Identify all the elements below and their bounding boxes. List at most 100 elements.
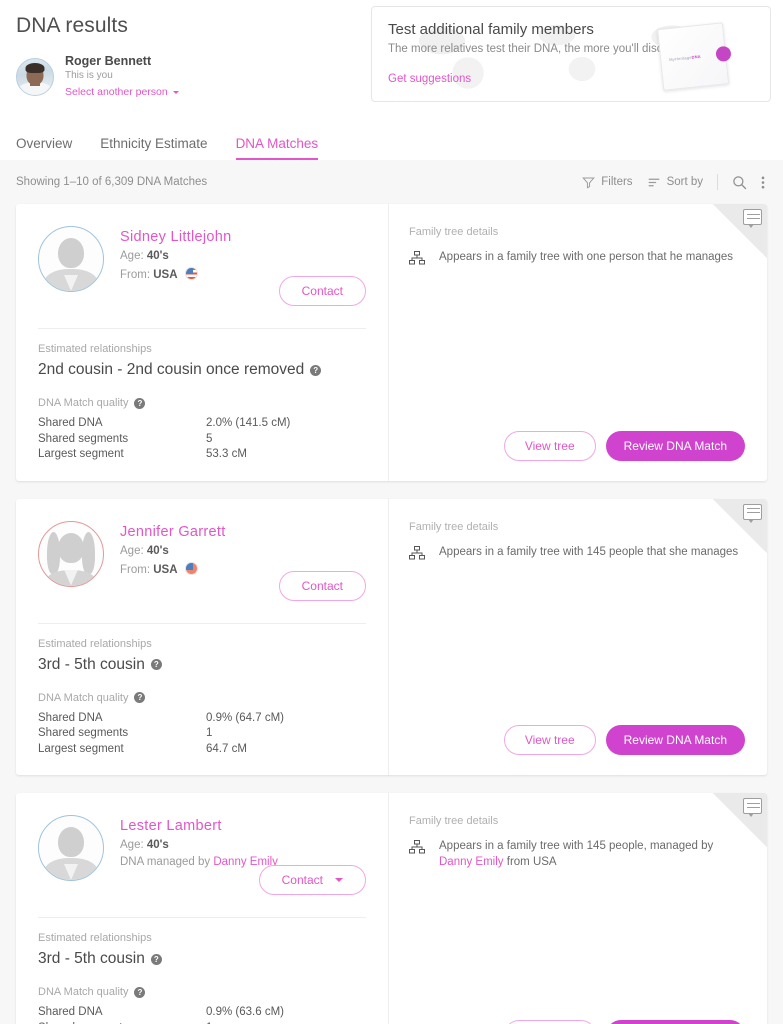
- person-header: Jennifer Garrett Age: 40's From: USA Con…: [38, 520, 366, 607]
- family-tree-details-label: Family tree details: [409, 815, 499, 827]
- match-avatar[interactable]: [38, 520, 104, 587]
- avatar-head: [58, 238, 84, 268]
- filters-button[interactable]: Filters: [582, 176, 633, 189]
- table-row: Shared DNA 0.9% (63.6 cM): [38, 1005, 366, 1021]
- match-avatar[interactable]: [38, 226, 104, 292]
- shared-segments-label: Shared segments: [38, 727, 129, 739]
- manager-link[interactable]: Danny Emily: [439, 856, 504, 868]
- review-dna-match-button[interactable]: Review DNA Match: [605, 430, 745, 461]
- match-age-value: 40's: [146, 839, 169, 851]
- dna-match-quality-header: DNA Match quality ?: [38, 397, 366, 409]
- notes-icon[interactable]: [743, 503, 762, 523]
- family-tree-panel: Family tree details Appears in a family …: [389, 204, 767, 481]
- results-count-label: Showing 1–10 of 6,309 DNA Matches: [16, 176, 208, 188]
- info-icon[interactable]: ?: [310, 364, 322, 376]
- tab-ethnicity-estimate[interactable]: Ethnicity Estimate: [100, 136, 207, 160]
- largest-segment-label: Largest segment: [38, 742, 124, 755]
- dna-match-quality-label: DNA Match quality: [38, 691, 129, 704]
- match-name-link[interactable]: Sidney Littlejohn: [120, 229, 232, 245]
- review-dna-match-button[interactable]: Review DNA Match: [605, 725, 745, 755]
- match-summary-panel: Jennifer Garrett Age: 40's From: USA Con…: [16, 498, 389, 775]
- match-name-link[interactable]: Lester Lambert: [120, 818, 278, 834]
- review-dna-match-button[interactable]: Review DNA Match: [605, 1019, 745, 1024]
- more-options-button[interactable]: [761, 175, 765, 190]
- family-tree-info-row: Appears in a family tree with 145 people…: [409, 838, 745, 870]
- dna-match-card[interactable]: Sidney Littlejohn Age: 40's From: USA Co…: [16, 204, 767, 481]
- chevron-down-icon: [335, 878, 343, 882]
- toolbar-divider: [717, 174, 718, 190]
- shared-dna-value: 2.0% (141.5 cM): [206, 417, 291, 429]
- sort-by-button[interactable]: Sort by: [647, 176, 703, 189]
- shared-dna-label: Shared DNA: [38, 417, 103, 429]
- filters-label: Filters: [601, 176, 633, 188]
- table-row: Shared segments 5: [38, 432, 366, 448]
- main-tabs: Overview Ethnicity Estimate DNA Matches: [0, 120, 783, 160]
- info-icon[interactable]: ?: [134, 692, 146, 703]
- person-header: Sidney Littlejohn Age: 40's From: USA Co…: [38, 226, 366, 312]
- person-info: Sidney Littlejohn Age: 40's From: USA: [120, 226, 232, 312]
- contact-button[interactable]: Contact: [258, 865, 366, 895]
- notes-icon[interactable]: [743, 798, 762, 817]
- contact-action: Contact: [258, 865, 366, 895]
- view-tree-button[interactable]: View tree: [503, 1019, 596, 1024]
- shared-dna-value: 0.9% (64.7 cM): [206, 711, 284, 724]
- shared-dna-label: Shared DNA: [38, 1006, 103, 1018]
- filter-icon: [582, 177, 596, 189]
- estimated-relationships-label: Estimated relationships: [38, 637, 152, 650]
- info-icon[interactable]: ?: [150, 659, 162, 670]
- contact-label: Contact: [301, 284, 343, 298]
- match-from-line: From: USA: [120, 561, 226, 576]
- section-divider: [38, 328, 366, 329]
- contact-button[interactable]: Contact: [278, 276, 366, 306]
- search-button[interactable]: [732, 175, 747, 190]
- contact-button[interactable]: Contact: [278, 570, 366, 601]
- match-managed-by-line: DNA managed by Danny Emily: [120, 856, 278, 868]
- match-age-line: Age: 40's: [120, 839, 169, 851]
- get-suggestions-link[interactable]: Get suggestions: [388, 73, 471, 85]
- family-tree-info-row: Appears in a family tree with 145 people…: [409, 544, 745, 560]
- current-user-meta: Roger Bennett This is you Select another…: [65, 54, 179, 100]
- relationship-value: 3rd - 5th cousin: [38, 950, 145, 967]
- tab-overview[interactable]: Overview: [16, 136, 72, 160]
- header-left: DNA results Roger Bennett This is you Se…: [16, 14, 371, 100]
- shared-dna-value: 0.9% (63.6 cM): [206, 1006, 284, 1018]
- info-icon[interactable]: ?: [134, 397, 146, 409]
- kebab-menu-icon: [761, 176, 765, 188]
- avatar-hair-right: [82, 531, 95, 574]
- tab-dna-matches[interactable]: DNA Matches: [235, 136, 318, 160]
- view-tree-button[interactable]: View tree: [503, 430, 596, 461]
- family-tree-info-row: Appears in a family tree with one person…: [409, 249, 745, 265]
- family-tree-description: Appears in a family tree with 145 people…: [439, 838, 745, 870]
- view-tree-button[interactable]: View tree: [503, 725, 596, 755]
- dna-match-card[interactable]: Jennifer Garrett Age: 40's From: USA Con…: [16, 498, 767, 775]
- shared-segments-value: 1: [206, 727, 213, 739]
- match-age-value: 40's: [146, 544, 169, 557]
- relationship-value: 2nd cousin - 2nd cousin once removed: [38, 361, 305, 378]
- avatar-head: [58, 827, 84, 857]
- select-another-person-button[interactable]: Select another person: [65, 86, 179, 98]
- dna-kit-image: MyHeritageDNA: [657, 19, 759, 91]
- dna-match-quality-header: DNA Match quality ?: [38, 692, 366, 704]
- info-icon[interactable]: ?: [150, 953, 162, 965]
- shared-segments-value: 1: [206, 1021, 212, 1024]
- dna-match-card[interactable]: Lester Lambert Age: 40's DNA managed by …: [16, 793, 767, 1024]
- card-action-buttons: View tree Review DNA Match: [503, 430, 745, 461]
- shared-segments-label: Shared segments: [38, 432, 129, 445]
- section-divider: [38, 917, 366, 918]
- sort-by-label: Sort by: [666, 176, 703, 188]
- match-summary-panel: Lester Lambert Age: 40's DNA managed by …: [16, 793, 389, 1024]
- shared-segments-label: Shared segments: [38, 1021, 206, 1024]
- info-icon[interactable]: ?: [134, 986, 146, 998]
- notes-icon[interactable]: [743, 209, 762, 228]
- search-icon: [733, 175, 747, 189]
- match-name-link[interactable]: Jennifer Garrett: [120, 524, 226, 540]
- promo-card[interactable]: Test additional family members The more …: [371, 6, 771, 102]
- family-tree-icon: [409, 251, 425, 265]
- kit-logo: MyHeritageDNA: [669, 53, 702, 63]
- match-avatar[interactable]: [38, 815, 104, 881]
- page-title: DNA results: [16, 14, 128, 37]
- contact-label: Contact: [301, 578, 343, 593]
- family-tree-details-label: Family tree details: [409, 226, 499, 238]
- table-row: Largest segment 64.7 cM: [38, 742, 366, 758]
- match-age-value: 40's: [146, 250, 169, 262]
